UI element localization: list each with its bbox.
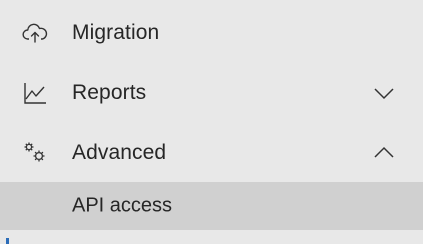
nav-item-label: Migration <box>72 21 160 44</box>
chevron-up-icon[interactable] <box>372 141 396 165</box>
nav-item-label: Advanced <box>72 141 167 164</box>
nav-item-reports[interactable]: Reports <box>0 63 423 123</box>
gears-icon <box>24 142 45 162</box>
cloud-upload-icon <box>22 23 48 43</box>
nav-item-advanced[interactable]: Advanced <box>0 123 423 183</box>
line-chart-icon <box>24 83 46 104</box>
nav-subitem-api-access[interactable]: API access <box>0 182 423 230</box>
chevron-down-icon[interactable] <box>372 81 396 105</box>
left-navigation: Migration Reports Advanced API access <box>0 0 423 244</box>
nav-subitem-label: API access <box>72 194 173 217</box>
nav-item-label: Reports <box>72 81 147 104</box>
scroll-indicator <box>6 238 9 244</box>
nav-item-migration[interactable]: Migration <box>0 3 423 63</box>
